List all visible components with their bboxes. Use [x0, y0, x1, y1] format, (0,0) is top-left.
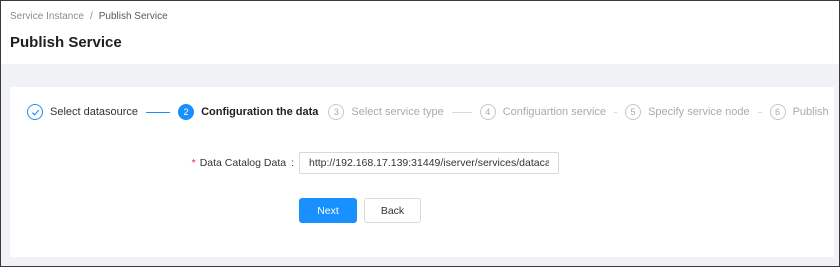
publish-wizard-panel: Select datasource 2 Configuration the da…	[10, 87, 834, 257]
back-button[interactable]: Back	[364, 198, 421, 223]
step-configuartion-service[interactable]: 4 Configuartion service	[479, 104, 607, 120]
step-label: Configuration the data	[201, 106, 319, 118]
step-number: 4	[479, 104, 496, 120]
step-specify-service-node[interactable]: 5 Specify service node	[625, 104, 750, 120]
data-catalog-input[interactable]	[299, 152, 559, 174]
page-title: Publish Service	[10, 34, 122, 51]
check-icon	[27, 104, 43, 120]
step-label: Publish	[792, 106, 829, 118]
step-label: Select service type	[351, 106, 444, 118]
data-catalog-label: * Data Catalog Data:	[192, 157, 294, 169]
next-button[interactable]: Next	[299, 198, 357, 223]
app-frame: Service Instance / Publish Service Publish…	[0, 0, 840, 267]
step-select-service-type[interactable]: 3 Select service type	[328, 104, 444, 120]
step-number: 3	[328, 104, 345, 120]
step-number: 5	[625, 104, 642, 120]
steps-bar: Select datasource 2 Configuration the da…	[27, 102, 829, 122]
page-header: Service Instance / Publish Service Publish…	[1, 1, 839, 64]
breadcrumb: Service Instance / Publish Service	[10, 11, 168, 22]
step-connector	[451, 111, 472, 113]
step-select-datasource[interactable]: Select datasource	[27, 104, 138, 120]
step-label: Specify service node	[648, 106, 750, 118]
step-label: Configuartion service	[502, 106, 607, 118]
label-colon: :	[291, 157, 294, 169]
data-catalog-form-row: * Data Catalog Data:	[10, 152, 834, 176]
breadcrumb-item-service-instance[interactable]: Service Instance	[10, 11, 84, 22]
step-configuration-the-data[interactable]: 2 Configuration the data	[178, 104, 318, 120]
step-number: 2	[178, 104, 195, 120]
step-label: Select datasource	[50, 106, 139, 118]
breadcrumb-separator: /	[89, 11, 93, 22]
step-connector	[146, 111, 171, 113]
step-connector	[614, 111, 618, 113]
step-publish[interactable]: 6 Publish	[769, 104, 829, 120]
breadcrumb-item-publish-service: Publish Service	[98, 11, 168, 22]
step-number: 6	[769, 104, 786, 120]
data-catalog-label-text: Data Catalog Data	[199, 157, 287, 169]
required-mark: *	[191, 157, 196, 169]
step-connector	[757, 111, 762, 113]
